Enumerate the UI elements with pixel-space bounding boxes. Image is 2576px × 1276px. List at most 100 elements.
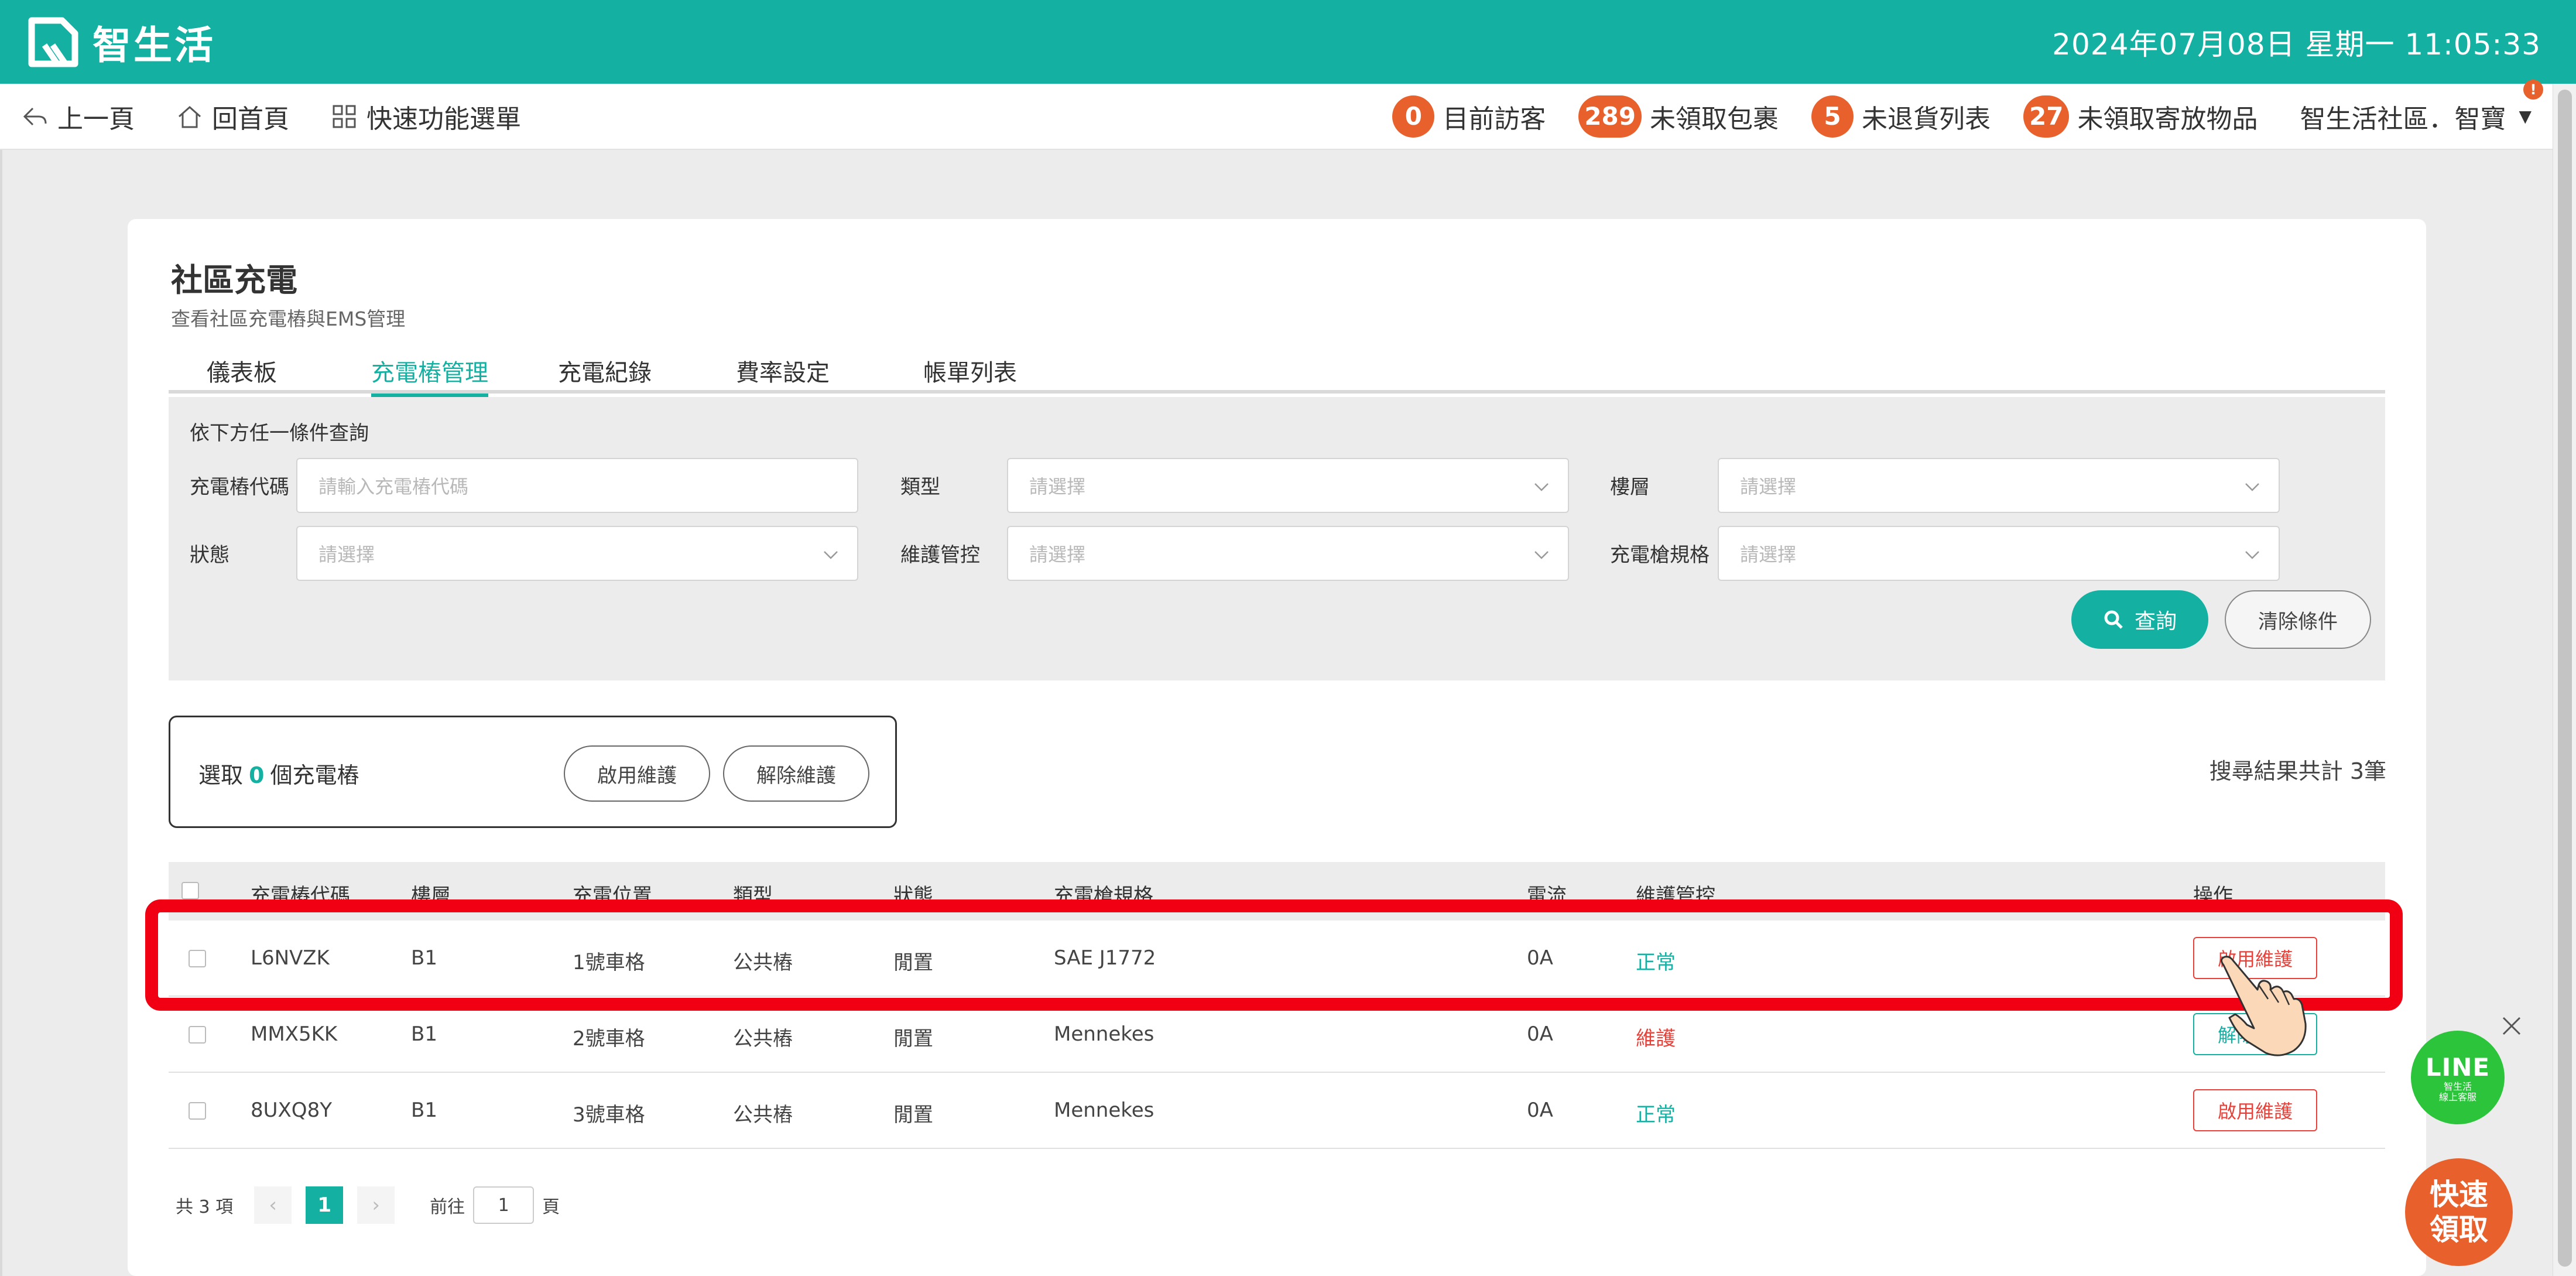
page-title: 社區充電: [171, 262, 297, 299]
charger-code-input[interactable]: 請輸入充電樁代碼: [296, 458, 858, 513]
stat-badge: 0: [1392, 95, 1435, 138]
clear-filters-button[interactable]: 清除條件: [2225, 590, 2371, 649]
filter-panel: 依下方任一條件查詢 充電樁代碼 請輸入充電樁代碼 類型 請選擇 樓層 請選擇 狀…: [169, 397, 2385, 680]
bulk-disable-maintenance-button[interactable]: 解除維護: [723, 745, 869, 802]
filter-label-maintenance: 維護管控: [900, 543, 980, 567]
line-title: LINE: [2425, 1052, 2491, 1082]
top-bar: 智生活 2024年07月08日 星期一 11:05:33: [0, 0, 2576, 84]
stat-badge: 5: [1811, 95, 1854, 138]
goto-page-input[interactable]: 1: [473, 1186, 535, 1224]
table-row: 8UXQ8Y B1 3號車格 公共樁 閒置 Mennekes 0A 正常 啟用維…: [169, 1073, 2385, 1149]
nav-bar: 上一頁 回首頁 快速功能選單 0 目前訪客 289 未領取包裹 5 未退貨列表 …: [0, 80, 2553, 150]
search-button[interactable]: 查詢: [2071, 590, 2208, 649]
line-support-button[interactable]: LINE 智生活 線上客服: [2411, 1031, 2505, 1124]
maintenance-select[interactable]: 請選擇: [1007, 526, 1569, 581]
clock: 2024年07月08日 星期一 11:05:33: [2052, 27, 2541, 61]
highlight-annotation: [145, 899, 2403, 1011]
selection-summary: 選取 0 個充電樁: [198, 757, 359, 789]
page-button-current[interactable]: 1: [306, 1186, 344, 1224]
brand[interactable]: 智生活: [27, 14, 215, 70]
connector-spec-select-placeholder: 請選擇: [1740, 543, 1797, 566]
tab-bar: 儀表板 充電樁管理 充電紀錄 費率設定 帳單列表: [169, 354, 2385, 397]
cell-spot: 2號車格: [573, 1027, 645, 1051]
chevron-down-icon: [2245, 551, 2259, 559]
tab-rate-settings[interactable]: 費率設定: [733, 354, 833, 394]
type-select[interactable]: 請選擇: [1007, 458, 1569, 513]
select-all-checkbox[interactable]: [181, 882, 199, 899]
selection-prefix: 選取: [198, 762, 244, 788]
filter-label-type: 類型: [900, 475, 940, 499]
prev-page-button[interactable]: ‹: [254, 1186, 292, 1224]
cell-status: 閒置: [893, 1103, 933, 1127]
home-label: 回首頁: [212, 104, 289, 134]
close-icon[interactable]: [2499, 1013, 2524, 1039]
connector-spec-select[interactable]: 請選擇: [1718, 526, 2280, 581]
back-link[interactable]: 上一頁: [21, 98, 135, 135]
pagination: 共 3 項 ‹ 1 › 前往 1 頁: [176, 1186, 560, 1224]
chevron-down-icon: [824, 551, 838, 559]
cell-floor: B1: [411, 1022, 437, 1046]
cell-spec: Mennekes: [1054, 1022, 1155, 1046]
stat-visitors[interactable]: 0 目前訪客: [1392, 95, 1546, 138]
row-checkbox[interactable]: [189, 1102, 206, 1120]
floor-select-placeholder: 請選擇: [1740, 475, 1797, 498]
user-menu[interactable]: 智生活社區．智寶 ▼ !: [2300, 80, 2543, 135]
pointer-hand-icon: [2221, 956, 2307, 1056]
tab-dashboard[interactable]: 儀表板: [204, 354, 280, 394]
chevron-down-icon: [1534, 551, 1549, 559]
stat-label: 目前訪客: [1443, 104, 1546, 134]
cell-type: 公共樁: [733, 1027, 793, 1051]
goto-prefix: 前往: [430, 1197, 465, 1217]
cell-current: 0A: [1527, 1099, 1553, 1122]
stat-badge: 289: [1578, 95, 1642, 138]
filter-label-code: 充電樁代碼: [190, 475, 289, 499]
back-label: 上一頁: [57, 104, 135, 134]
bulk-enable-maintenance-button[interactable]: 啟用維護: [564, 745, 710, 802]
enable-maintenance-button[interactable]: 啟用維護: [2193, 1089, 2317, 1131]
next-page-button[interactable]: ›: [357, 1186, 395, 1224]
page-subtitle: 查看社區充電樁與EMS管理: [171, 307, 406, 330]
tab-charger-management[interactable]: 充電樁管理: [371, 354, 488, 397]
stat-packages[interactable]: 289 未領取包裹: [1578, 95, 1779, 138]
scrollbar-thumb[interactable]: [2558, 90, 2572, 1267]
stat-label: 未退貨列表: [1862, 104, 1991, 134]
stat-label: 未領取寄放物品: [2077, 104, 2258, 134]
chevron-down-icon: [1534, 483, 1549, 491]
stat-returns[interactable]: 5 未退貨列表: [1811, 95, 1991, 138]
tab-charging-records[interactable]: 充電紀錄: [555, 354, 655, 394]
type-select-placeholder: 請選擇: [1029, 475, 1086, 498]
left-edge: [0, 150, 2, 1276]
floor-select[interactable]: 請選擇: [1718, 458, 2280, 513]
cell-current: 0A: [1527, 1022, 1553, 1046]
main-card: 社區充電 查看社區充電樁與EMS管理 儀表板 充電樁管理 充電紀錄 費率設定 帳…: [128, 219, 2426, 1276]
back-arrow-icon: [23, 107, 47, 125]
cell-type: 公共樁: [733, 1103, 793, 1127]
result-count: 搜尋結果共計 3筆: [2209, 758, 2386, 784]
selection-panel: 選取 0 個充電樁 啟用維護 解除維護: [169, 716, 897, 828]
stat-label: 未領取包裹: [1650, 104, 1779, 134]
row-checkbox[interactable]: [189, 1026, 206, 1044]
brand-name: 智生活: [93, 22, 215, 68]
quick-pickup-button[interactable]: 快速領取: [2405, 1158, 2513, 1266]
stat-badge: 27: [2023, 95, 2070, 138]
status-select[interactable]: 請選擇: [296, 526, 858, 581]
goto-suffix: 頁: [542, 1197, 560, 1217]
filter-label-connector: 充電槍規格: [1610, 543, 1710, 567]
cell-code: 8UXQ8Y: [251, 1099, 332, 1122]
selection-count: 0: [249, 762, 265, 788]
cell-spot: 3號車格: [573, 1103, 645, 1127]
alert-badge: !: [2523, 80, 2543, 100]
cell-spec: Mennekes: [1054, 1099, 1155, 1122]
tab-bill-list[interactable]: 帳單列表: [920, 354, 1020, 394]
quick-menu-link[interactable]: 快速功能選單: [330, 98, 521, 135]
scrollbar[interactable]: [2553, 84, 2576, 1276]
search-icon: [2104, 610, 2123, 629]
line-sub-1: 智生活: [2443, 1080, 2472, 1092]
home-link[interactable]: 回首頁: [176, 98, 289, 135]
brand-logo-icon: [28, 17, 78, 67]
stat-stored-items[interactable]: 27 未領取寄放物品: [2023, 95, 2258, 138]
caret-down-icon: ▼ !: [2519, 80, 2543, 126]
search-button-label: 查詢: [2134, 610, 2177, 634]
chevron-down-icon: [2245, 483, 2259, 491]
cell-floor: B1: [411, 1099, 437, 1122]
